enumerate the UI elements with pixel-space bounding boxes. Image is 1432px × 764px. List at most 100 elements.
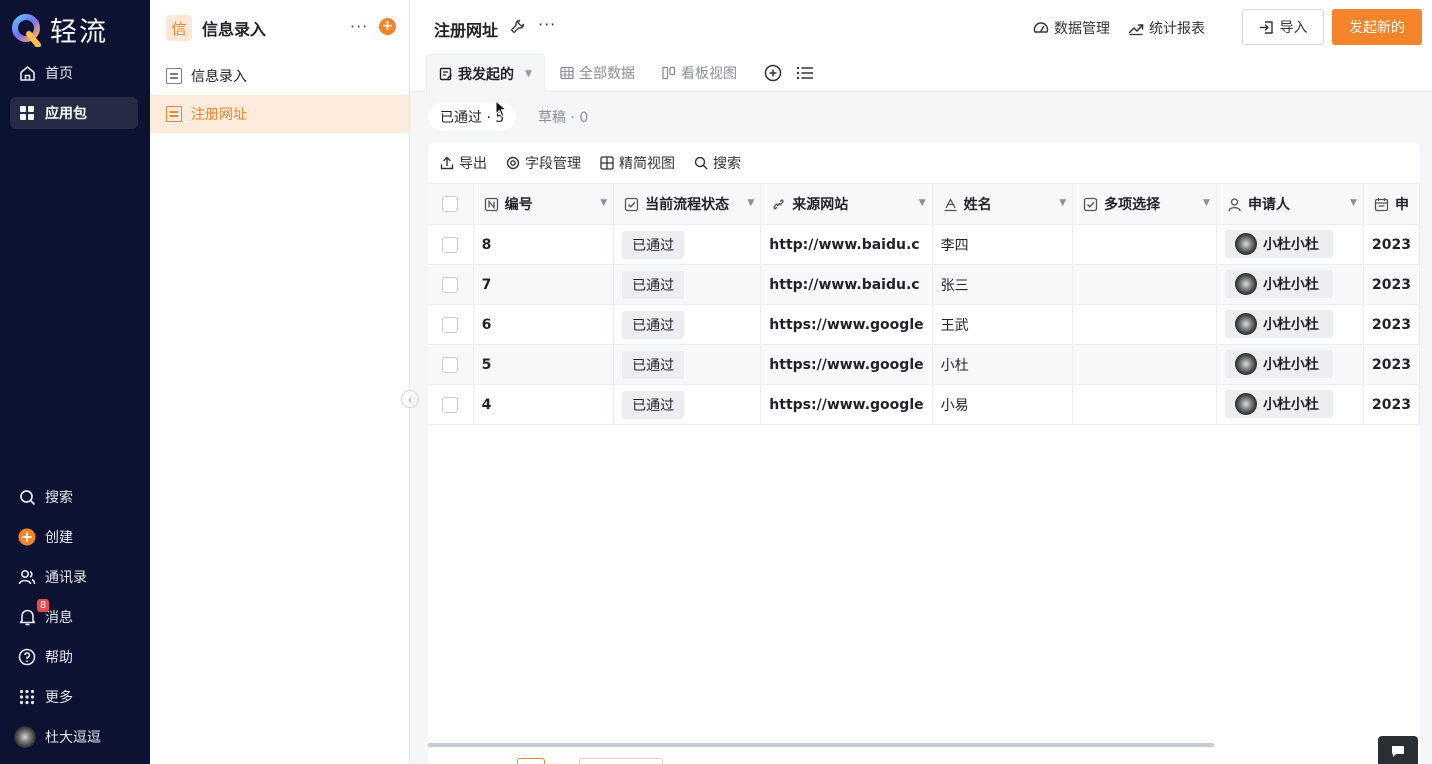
rail-item-label: 消息 xyxy=(45,610,73,626)
export-label: 导出 xyxy=(459,156,487,172)
cell-date: 2023 xyxy=(1363,224,1421,265)
rail-item-more[interactable]: 更多 xyxy=(10,681,138,713)
global-nav-rail: 轻流 首页 应用包 搜索 创建 通讯录 8 消息 帮助 更多 杜大逗逗 xyxy=(0,0,150,764)
row-checkbox[interactable] xyxy=(442,276,459,293)
cell-url[interactable]: http://www.baidu.c xyxy=(760,264,933,305)
import-icon xyxy=(1259,20,1274,35)
row-checkbox[interactable] xyxy=(442,236,459,253)
rail-item-label: 首页 xyxy=(45,66,73,82)
cell-url[interactable]: http://www.baidu.c xyxy=(760,224,933,265)
table-header-row: 编号 ▼ 当前流程状态 ▼ 来源网站 ▼ 姓名 ▼ 多项选择 ▼ 申请人 ▼ 申 xyxy=(428,183,1421,225)
column-header-date[interactable]: 申 xyxy=(1363,183,1421,225)
cell-id: 7 xyxy=(473,264,615,305)
pagination-current-page[interactable] xyxy=(517,758,545,764)
chevron-down-icon[interactable]: ▼ xyxy=(525,69,532,79)
cell-url[interactable]: https://www.google xyxy=(760,344,933,385)
settings-wrench-icon[interactable] xyxy=(510,19,525,34)
horizontal-scrollbar[interactable] xyxy=(428,743,1214,747)
import-label: 导入 xyxy=(1279,20,1308,36)
column-header-id[interactable]: 编号 ▼ xyxy=(473,183,615,225)
table-row[interactable]: 8 已通过 http://www.baidu.c 李四 小杜小杜 2023 xyxy=(428,224,1421,265)
chevron-down-icon[interactable]: ▼ xyxy=(1203,198,1210,208)
field-management-button[interactable]: 字段管理 xyxy=(506,153,581,173)
user-avatar xyxy=(14,726,36,748)
column-header-label: 多项选择 xyxy=(1104,197,1161,213)
chevron-down-icon[interactable]: ▼ xyxy=(600,198,607,208)
tab-all-data[interactable]: 全部数据 xyxy=(560,54,635,92)
add-view-icon[interactable] xyxy=(764,64,782,82)
rail-item-home[interactable]: 首页 xyxy=(10,57,138,89)
page-header: 注册网址 ··· 数据管理 统计报表 导入 发起新的 xyxy=(410,0,1432,54)
column-header-status[interactable]: 当前流程状态 ▼ xyxy=(613,183,762,225)
rail-item-label: 帮助 xyxy=(45,650,73,666)
cell-name: 小易 xyxy=(932,384,1074,425)
tab-label: 看板视图 xyxy=(681,66,737,82)
applicant-name: 小杜小杜 xyxy=(1262,277,1319,293)
add-app-button[interactable]: + xyxy=(379,18,396,35)
applicant-avatar xyxy=(1234,233,1257,255)
table-row[interactable]: 6 已通过 https://www.google 王武 小杜小杜 2023 xyxy=(428,304,1421,345)
rail-item-search[interactable]: 搜索 xyxy=(10,481,138,513)
chevron-down-icon[interactable]: ▼ xyxy=(747,198,754,208)
compact-view-button[interactable]: 精简视图 xyxy=(600,153,675,173)
data-management-link[interactable]: 数据管理 xyxy=(1033,18,1110,38)
applicant-name: 小杜小杜 xyxy=(1262,357,1319,373)
rail-item-contacts[interactable]: 通讯录 xyxy=(10,561,138,593)
rail-user-profile[interactable]: 杜大逗逗 xyxy=(10,721,138,753)
cell-url[interactable]: https://www.google xyxy=(760,304,933,345)
table-row[interactable]: 4 已通过 https://www.google 小易 小杜小杜 2023 xyxy=(428,384,1421,425)
tab-kanban-view[interactable]: 看板视图 xyxy=(662,54,737,92)
sidebar-item-register-url[interactable]: 注册网址 xyxy=(150,95,409,133)
app-logo[interactable]: 轻流 xyxy=(12,10,108,49)
cell-id: 5 xyxy=(473,344,615,385)
pagination-size-select[interactable] xyxy=(579,758,663,764)
chevron-down-icon[interactable]: ▼ xyxy=(919,198,926,208)
row-checkbox[interactable] xyxy=(442,316,459,333)
column-header-multi-select[interactable]: 多项选择 ▼ xyxy=(1072,183,1217,225)
cell-url[interactable]: https://www.google xyxy=(760,384,933,425)
user-name: 杜大逗逗 xyxy=(45,730,101,746)
select-all-checkbox[interactable] xyxy=(442,196,459,212)
new-submission-button[interactable]: 发起新的 xyxy=(1332,9,1422,45)
cell-multi-select xyxy=(1072,224,1217,265)
applicant-name: 小杜小杜 xyxy=(1262,237,1319,253)
chat-icon xyxy=(1391,745,1405,758)
cell-name: 王武 xyxy=(932,304,1074,345)
table-row[interactable]: 7 已通过 http://www.baidu.c 张三 小杜小杜 2023 xyxy=(428,264,1421,305)
sidebar-item-info-entry[interactable]: 信息录入 xyxy=(150,57,409,95)
row-checkbox[interactable] xyxy=(442,396,459,413)
export-button[interactable]: 导出 xyxy=(440,153,487,173)
import-button[interactable]: 导入 xyxy=(1242,9,1324,45)
tab-my-initiated[interactable]: 我发起的 ▼ xyxy=(426,54,545,92)
column-header-name[interactable]: 姓名 ▼ xyxy=(932,183,1074,225)
table-search-button[interactable]: 搜索 xyxy=(694,153,741,173)
applicant-chip: 小杜小杜 xyxy=(1224,230,1333,258)
applicant-chip: 小杜小杜 xyxy=(1224,390,1333,418)
view-list-icon[interactable] xyxy=(796,65,814,81)
rail-item-messages[interactable]: 8 消息 xyxy=(10,599,138,633)
collapse-sidebar-button[interactable]: ‹ xyxy=(401,390,419,408)
rail-item-help[interactable]: 帮助 xyxy=(10,641,138,673)
chevron-down-icon[interactable]: ▼ xyxy=(1350,198,1357,208)
column-header-source-site[interactable]: 来源网站 ▼ xyxy=(760,183,933,225)
statistics-report-link[interactable]: 统计报表 xyxy=(1128,18,1205,38)
table-row[interactable]: 5 已通过 https://www.google 小杜 小杜小杜 2023 xyxy=(428,344,1421,385)
chat-support-button[interactable] xyxy=(1378,736,1418,764)
more-options-icon[interactable]: ··· xyxy=(350,17,368,36)
statistics-report-label: 统计报表 xyxy=(1149,21,1205,37)
checkbox-field-icon xyxy=(624,197,639,212)
cell-name: 李四 xyxy=(932,224,1074,265)
app-logo-text: 轻流 xyxy=(50,17,108,48)
link-field-icon xyxy=(771,197,786,212)
column-header-applicant[interactable]: 申请人 ▼ xyxy=(1216,183,1364,225)
compact-view-label: 精简视图 xyxy=(619,156,675,172)
rail-item-app-package[interactable]: 应用包 xyxy=(10,97,138,129)
gear-icon xyxy=(506,156,520,170)
page-more-icon[interactable]: ··· xyxy=(538,15,556,34)
filter-draft-pill[interactable]: 草稿 · 0 xyxy=(526,103,600,131)
rail-item-create[interactable]: 创建 xyxy=(10,521,138,553)
row-checkbox[interactable] xyxy=(442,356,459,373)
status-tag: 已通过 xyxy=(622,390,685,419)
chevron-down-icon[interactable]: ▼ xyxy=(1059,198,1066,208)
cell-date: 2023 xyxy=(1363,384,1421,425)
